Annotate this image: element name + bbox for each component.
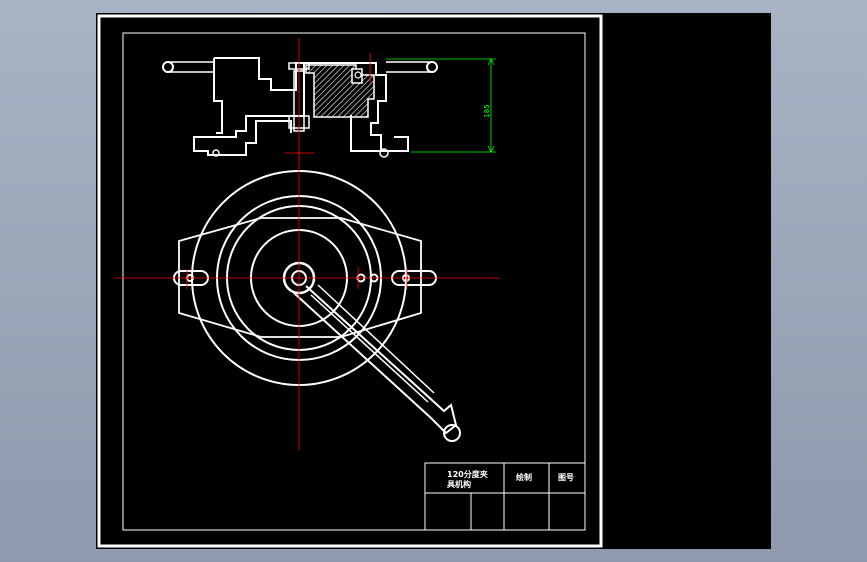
title-drawn-by-label: 绘制 bbox=[516, 472, 532, 482]
drawing-sheet: 185 120分度夹 具机构 绘制 图号 bbox=[97, 14, 603, 548]
dimension-185 bbox=[386, 58, 496, 153]
title-name-line1: 120分度夹 bbox=[447, 469, 488, 479]
plan-view bbox=[173, 170, 461, 442]
section-view bbox=[162, 57, 438, 158]
title-figure-no-label: 图号 bbox=[558, 473, 574, 482]
cad-drawing-canvas[interactable]: 185 120分度夹 具机构 绘制 图号 bbox=[96, 13, 771, 549]
hatched-section bbox=[305, 64, 375, 118]
title-name-line2: 具机构 bbox=[447, 479, 471, 489]
dimension-text: 185 bbox=[483, 104, 491, 117]
plan-centerlines bbox=[114, 153, 500, 450]
